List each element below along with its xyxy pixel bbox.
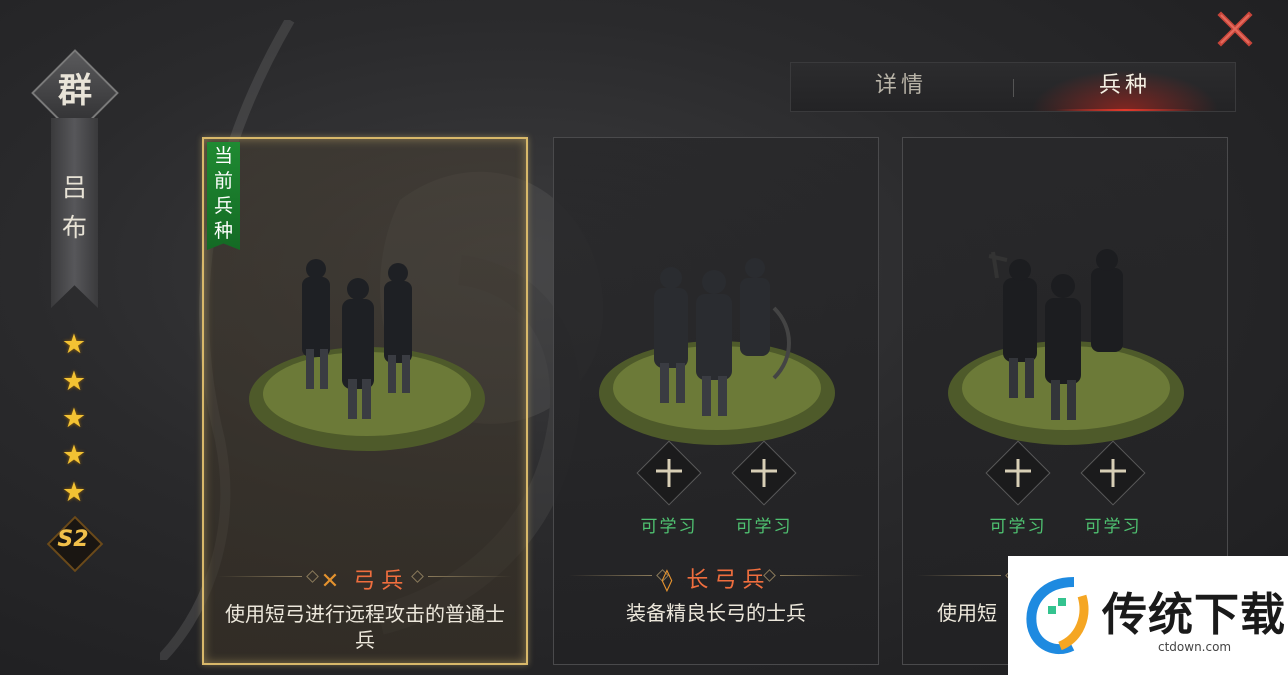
unit-name: ✕ 弓兵 [218,563,512,595]
current-tag-char: 当 [213,145,233,167]
unit-description: 使用短弓进行远程攻击的普通士兵 [225,602,505,652]
longbow-icon: ◊ [661,568,679,593]
watermark-url: ctdown.com [1158,640,1232,654]
unit-name-text: 弓兵 [353,569,410,594]
hero-name: 吕 布 [51,168,98,248]
learnable-skill-slot[interactable]: 可学习 [729,440,799,537]
current-tag-char: 兵 [213,195,233,217]
hero-name-char: 吕 [61,173,87,202]
faction-label: 群 [58,71,92,111]
learnable-label: 可学习 [1084,517,1142,537]
learnable-skill-slot[interactable]: 可学习 [983,440,1053,537]
unit-card-longbow[interactable]: 可学习 可学习 ◊ 长弓兵 装备精良长弓的士兵 [553,137,879,665]
skill-slot-frame [636,440,702,506]
learnable-skill-slot[interactable]: 可学习 [1078,440,1148,537]
bow-icon: ✕ [320,569,346,594]
watermark-logo [1026,577,1089,655]
plus-icon [1100,459,1126,487]
unit-description: 装备精良长弓的士兵 [626,601,806,625]
star-rating: ★ ★ ★ ★ ★ [59,326,89,511]
skill-slot-frame [1080,440,1146,506]
learnable-label: 可学习 [640,517,698,537]
star-icon: ★ [61,403,87,434]
learnable-label: 可学习 [989,517,1047,537]
unit-card-archer[interactable]: 当 前 兵 种 ✕ 弓兵 使用短弓进行远程攻击的普通士兵 [202,137,528,665]
learnable-label: 可学习 [735,517,793,537]
ornament-line [917,575,1001,576]
star-icon: ★ [61,440,87,471]
unit-name-row: ◊ 长弓兵 [568,564,864,593]
unit-model-longbow [599,258,835,445]
plus-icon [656,459,682,487]
hero-name-char: 布 [61,213,87,242]
current-unit-tag: 当 前 兵 种 [207,142,240,250]
learnable-skill-slot[interactable]: 可学习 [634,440,704,537]
watermark: 传统下载 ctdown.com [1008,556,1288,675]
unit-name-text: 长弓兵 [686,568,771,593]
tab-divider [1013,79,1014,97]
unit-model-crossbow [948,249,1184,445]
season-badge: S2 [46,515,104,573]
unit-name: ◊ 长弓兵 [568,562,864,594]
tab-troop-type[interactable]: 兵种 [1015,63,1235,111]
unit-model-archer [249,259,485,451]
skill-slot-frame [985,440,1051,506]
tab-bar: 详情 兵种 [790,62,1236,112]
current-tag-char: 前 [213,170,233,192]
star-icon: ★ [61,366,87,397]
current-tag-char: 种 [213,220,233,242]
plus-icon [1005,459,1031,487]
close-icon[interactable] [1216,10,1254,48]
season-label: S2 [57,527,89,552]
star-icon: ★ [61,477,87,508]
skill-slot-frame [731,440,797,506]
plus-icon [751,459,777,487]
watermark-title: 传统下载 [1102,588,1287,641]
star-icon: ★ [61,329,87,360]
unit-name-row: ✕ 弓兵 [218,565,512,594]
tab-details[interactable]: 详情 [791,63,1011,111]
